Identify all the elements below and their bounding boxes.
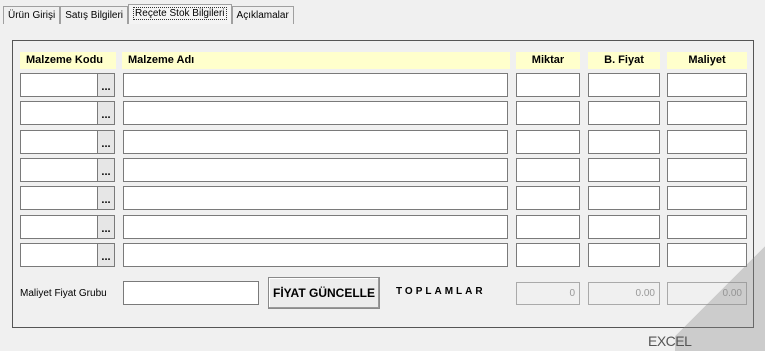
header-quantity: Miktar	[516, 52, 580, 69]
cost-group-label: Maliyet Fiyat Grubu	[20, 288, 107, 299]
tab-product-entry[interactable]: Ürün Girişi	[3, 6, 61, 24]
unit-price-input[interactable]	[588, 186, 660, 211]
unit-price-input[interactable]	[588, 157, 660, 182]
header-cost: Maliyet	[667, 52, 747, 69]
material-browse-button[interactable]: ...	[97, 129, 115, 154]
material-browse-button[interactable]: ...	[97, 186, 115, 211]
cost-input[interactable]	[667, 129, 747, 154]
cost-group-input[interactable]	[123, 281, 259, 305]
material-name-input[interactable]	[123, 129, 508, 154]
material-code-input[interactable]	[20, 242, 98, 267]
material-name-input[interactable]	[123, 186, 508, 211]
tab-strip: Ürün Girişi Satış Bilgileri Reçete Stok …	[3, 4, 294, 24]
header-material-code: Malzeme Kodu	[20, 52, 116, 69]
tab-recipe-stock[interactable]: Reçete Stok Bilgileri	[128, 4, 232, 24]
unit-price-input[interactable]	[588, 242, 660, 267]
material-name-input[interactable]	[123, 214, 508, 239]
material-code-input[interactable]	[20, 186, 98, 211]
quantity-input[interactable]	[516, 242, 580, 267]
quantity-input[interactable]	[516, 73, 580, 97]
material-name-input[interactable]	[123, 101, 508, 126]
quantity-input[interactable]	[516, 214, 580, 239]
unit-price-input[interactable]	[588, 214, 660, 239]
unit-price-input[interactable]	[588, 73, 660, 97]
material-code-input[interactable]	[20, 157, 98, 182]
quantity-input[interactable]	[516, 157, 580, 182]
material-code-input[interactable]	[20, 129, 98, 154]
watermark-logo: EXCEL	[648, 333, 692, 349]
material-code-input[interactable]	[20, 214, 98, 239]
material-code-input[interactable]	[20, 73, 98, 97]
unit-price-input[interactable]	[588, 101, 660, 126]
material-name-input[interactable]	[123, 157, 508, 182]
tab-sales-info[interactable]: Satış Bilgileri	[60, 6, 129, 24]
tab-recipe-stock-label: Reçete Stok Bilgileri	[133, 7, 227, 20]
header-material-name: Malzeme Adı	[122, 52, 510, 69]
material-browse-button[interactable]: ...	[97, 214, 115, 239]
tab-descriptions[interactable]: Açıklamalar	[231, 6, 294, 24]
header-unit-price: B. Fiyat	[588, 52, 660, 69]
material-browse-button[interactable]: ...	[97, 242, 115, 267]
material-name-input[interactable]	[123, 242, 508, 267]
unit-price-input[interactable]	[588, 129, 660, 154]
material-browse-button[interactable]: ...	[97, 101, 115, 126]
total-quantity: 0	[516, 282, 580, 305]
cost-input[interactable]	[667, 73, 747, 97]
total-unit-price: 0.00	[588, 282, 660, 305]
cost-input[interactable]	[667, 157, 747, 182]
material-browse-button[interactable]: ...	[97, 157, 115, 182]
cost-input[interactable]	[667, 101, 747, 126]
update-price-button[interactable]: FİYAT GÜNCELLE	[268, 277, 380, 309]
material-code-input[interactable]	[20, 101, 98, 126]
quantity-input[interactable]	[516, 101, 580, 126]
quantity-input[interactable]	[516, 129, 580, 154]
quantity-input[interactable]	[516, 186, 580, 211]
totals-label: TOPLAMLAR	[396, 286, 486, 297]
cost-input[interactable]	[667, 186, 747, 211]
material-name-input[interactable]	[123, 73, 508, 97]
material-browse-button[interactable]: ...	[97, 73, 115, 97]
